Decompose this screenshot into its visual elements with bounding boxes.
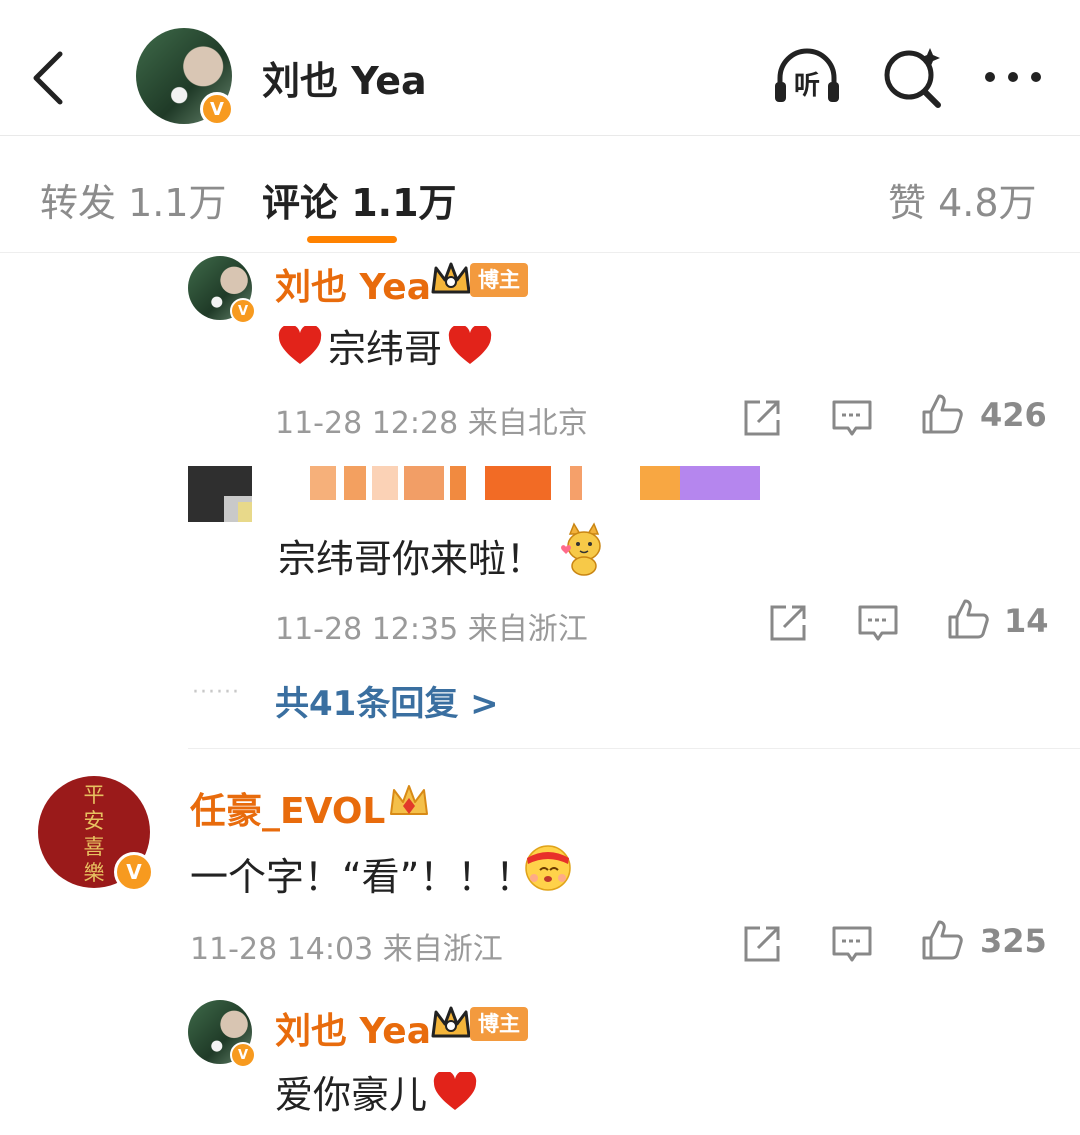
- divider: [0, 252, 1080, 253]
- crown-icon: [431, 262, 471, 294]
- like-icon[interactable]: [920, 392, 964, 436]
- more-replies-dots: ······: [192, 680, 240, 705]
- reply-icon[interactable]: [830, 922, 874, 966]
- verified-badge: V: [230, 298, 256, 324]
- dog-emoji-icon: [561, 522, 601, 576]
- like-icon[interactable]: [946, 597, 990, 641]
- redacted-username[interactable]: [300, 466, 770, 502]
- reply-icon[interactable]: [856, 601, 900, 645]
- cheer-emoji-icon: [525, 845, 571, 891]
- heart-icon: [448, 325, 492, 364]
- page-title[interactable]: 刘也 Yea: [262, 50, 427, 105]
- avatar[interactable]: [188, 466, 252, 522]
- like-count: 426: [980, 396, 1047, 434]
- comment-time: 11-28 14:03 来自浙江: [190, 932, 503, 967]
- share-icon[interactable]: [740, 922, 784, 966]
- like-icon[interactable]: [920, 918, 964, 962]
- tab-comments[interactable]: 评论 1.1万: [262, 172, 457, 227]
- crown-icon: [390, 785, 428, 815]
- verified-badge: V: [200, 92, 234, 126]
- comment-text: 宗纬哥你来啦！: [278, 537, 545, 581]
- search-icon[interactable]: [878, 42, 948, 112]
- blogger-badge: 博主: [470, 1007, 528, 1041]
- like-count: 325: [980, 922, 1047, 960]
- like-count: 14: [1004, 602, 1049, 640]
- heart-icon: [433, 1071, 477, 1110]
- comment-author[interactable]: 刘也 Yea: [275, 258, 431, 310]
- avatar-calligraphy-text: 平安喜樂: [83, 783, 105, 885]
- comment-text: 一个字！“看”！！！: [190, 855, 534, 899]
- listen-headphone-icon[interactable]: 听: [772, 42, 842, 112]
- verified-badge: V: [114, 852, 154, 892]
- top-bar: V 刘也 Yea 听: [0, 0, 1080, 136]
- comment-time: 11-28 12:35 来自浙江: [275, 612, 588, 647]
- share-icon[interactable]: [766, 601, 810, 645]
- blogger-badge: 博主: [470, 263, 528, 297]
- heart-icon: [278, 325, 322, 364]
- divider: [188, 748, 1080, 749]
- more-replies-link[interactable]: 共41条回复 >: [275, 676, 499, 725]
- tab-repost[interactable]: 转发 1.1万: [40, 172, 227, 227]
- back-icon[interactable]: [28, 48, 68, 108]
- listen-label: 听: [794, 71, 820, 101]
- more-icon[interactable]: [980, 42, 1050, 112]
- comment-author[interactable]: 刘也 Yea: [275, 1002, 431, 1054]
- active-tab-indicator: [307, 236, 397, 243]
- comment-time: 11-28 12:28 来自北京: [275, 406, 588, 441]
- share-icon[interactable]: [740, 396, 784, 440]
- reply-icon[interactable]: [830, 396, 874, 440]
- verified-badge: V: [230, 1042, 256, 1068]
- crown-icon: [431, 1006, 471, 1038]
- comment-text: 爱你豪儿: [275, 1064, 477, 1119]
- comment-author[interactable]: 任豪_EVOL: [190, 782, 385, 834]
- tab-likes[interactable]: 赞 4.8万: [888, 172, 1037, 227]
- comment-text: 宗纬哥: [278, 318, 492, 373]
